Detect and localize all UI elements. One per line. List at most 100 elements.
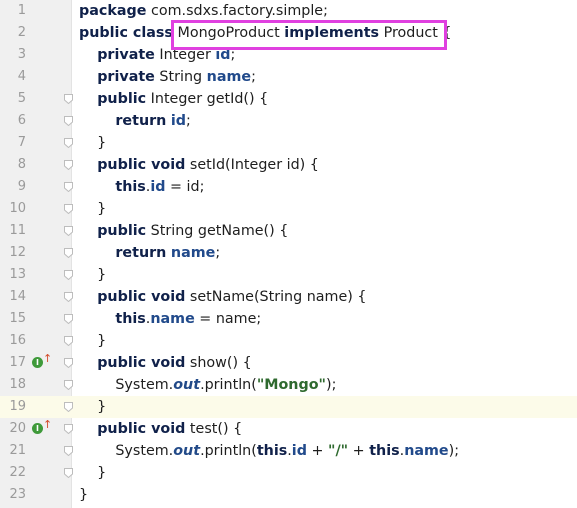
code-line[interactable]: 8 public void setId(Integer id) { bbox=[0, 154, 577, 176]
code-token: this bbox=[115, 311, 146, 327]
line-number[interactable]: 6 bbox=[0, 110, 26, 132]
fold-marker-icon[interactable] bbox=[64, 402, 73, 412]
fold-marker-icon[interactable] bbox=[64, 182, 73, 192]
line-number[interactable]: 14 bbox=[0, 286, 26, 308]
fold-marker-icon[interactable] bbox=[64, 336, 73, 346]
code-text[interactable]: public void setName(String name) { bbox=[79, 286, 366, 308]
line-number[interactable]: 7 bbox=[0, 132, 26, 154]
code-text[interactable]: public void show() { bbox=[79, 352, 251, 374]
code-line[interactable]: 21 System.out.println(this.id + "/" + th… bbox=[0, 440, 577, 462]
code-line[interactable]: 13 } bbox=[0, 264, 577, 286]
code-line[interactable]: 23} bbox=[0, 484, 577, 506]
line-number[interactable]: 4 bbox=[0, 66, 26, 88]
code-text[interactable]: } bbox=[79, 198, 106, 220]
fold-marker-icon[interactable] bbox=[64, 248, 73, 258]
fold-marker-icon[interactable] bbox=[64, 358, 73, 368]
code-line[interactable]: 15 this.name = name; bbox=[0, 308, 577, 330]
fold-marker-icon[interactable] bbox=[64, 292, 73, 302]
code-text[interactable]: return id; bbox=[79, 110, 191, 132]
line-number[interactable]: 10 bbox=[0, 198, 26, 220]
code-token: implements bbox=[284, 25, 380, 41]
implements-method-icon[interactable]: I bbox=[32, 423, 43, 434]
line-number[interactable]: 12 bbox=[0, 242, 26, 264]
code-text[interactable]: public class MongoProduct implements Pro… bbox=[79, 22, 452, 44]
line-number[interactable]: 23 bbox=[0, 484, 26, 506]
code-line[interactable]: 2 public class MongoProduct implements Pr… bbox=[0, 22, 577, 44]
code-text[interactable]: private String name; bbox=[79, 66, 256, 88]
line-number[interactable]: 5 bbox=[0, 88, 26, 110]
code-text[interactable]: public Integer getId() { bbox=[79, 88, 268, 110]
code-text[interactable]: } bbox=[79, 462, 106, 484]
line-number[interactable]: 2 bbox=[0, 22, 26, 44]
code-line[interactable]: 16 } bbox=[0, 330, 577, 352]
line-number[interactable]: 18 bbox=[0, 374, 26, 396]
code-text[interactable]: System.out.println("Mongo"); bbox=[79, 374, 336, 396]
fold-marker-icon[interactable] bbox=[64, 138, 73, 148]
line-number[interactable]: 11 bbox=[0, 220, 26, 242]
code-line[interactable]: 17 I ↑ public void show() { bbox=[0, 352, 577, 374]
code-line[interactable]: 19 } bbox=[0, 396, 577, 418]
line-number[interactable]: 3 bbox=[0, 44, 26, 66]
line-number[interactable]: 22 bbox=[0, 462, 26, 484]
code-text[interactable]: } bbox=[79, 484, 88, 506]
line-number[interactable]: 9 bbox=[0, 176, 26, 198]
code-line[interactable]: 22 } bbox=[0, 462, 577, 484]
implements-method-icon[interactable]: I bbox=[32, 357, 43, 368]
code-line[interactable]: 18 System.out.println("Mongo"); bbox=[0, 374, 577, 396]
code-editor[interactable]: 1 package com.sdxs.factory.simple; 2 public… bbox=[0, 0, 577, 508]
line-number[interactable]: 16 bbox=[0, 330, 26, 352]
line-number[interactable]: 19 bbox=[0, 396, 26, 418]
fold-marker-icon[interactable] bbox=[64, 446, 73, 456]
fold-marker-icon[interactable] bbox=[64, 204, 73, 214]
code-text[interactable]: this.name = name; bbox=[79, 308, 261, 330]
code-line[interactable]: 6 return id; bbox=[0, 110, 577, 132]
code-token: Integer bbox=[154, 47, 216, 63]
code-text[interactable]: public String getName() { bbox=[79, 220, 288, 242]
line-number[interactable]: 1 bbox=[0, 0, 26, 22]
code-line[interactable]: 1 package com.sdxs.factory.simple; bbox=[0, 0, 577, 22]
line-number[interactable]: 8 bbox=[0, 154, 26, 176]
code-text[interactable]: private Integer id; bbox=[79, 44, 235, 66]
code-text[interactable]: public void test() { bbox=[79, 418, 242, 440]
line-number[interactable]: 17 bbox=[0, 352, 26, 374]
code-line[interactable]: 3 private Integer id; bbox=[0, 44, 577, 66]
line-number[interactable]: 21 bbox=[0, 440, 26, 462]
code-line[interactable]: 12 return name; bbox=[0, 242, 577, 264]
code-token: } bbox=[79, 487, 89, 503]
code-text[interactable]: public void setId(Integer id) { bbox=[79, 154, 319, 176]
code-lines[interactable]: 1 package com.sdxs.factory.simple; 2 public… bbox=[0, 0, 577, 506]
fold-marker-icon[interactable] bbox=[64, 468, 73, 478]
code-text[interactable]: } bbox=[79, 264, 106, 286]
code-line[interactable]: 20 I ↑ public void test() { bbox=[0, 418, 577, 440]
fold-marker-icon[interactable] bbox=[64, 314, 73, 324]
fold-marker-icon[interactable] bbox=[64, 380, 73, 390]
code-line[interactable]: 7 } bbox=[0, 132, 577, 154]
code-line[interactable]: 14 public void setName(String name) { bbox=[0, 286, 577, 308]
code-line[interactable]: 10 } bbox=[0, 198, 577, 220]
navigate-up-arrow-icon[interactable]: ↑ bbox=[43, 419, 52, 431]
code-line[interactable]: 11 public String getName() { bbox=[0, 220, 577, 242]
fold-marker-icon[interactable] bbox=[64, 116, 73, 126]
line-number[interactable]: 13 bbox=[0, 264, 26, 286]
fold-marker-icon[interactable] bbox=[64, 270, 73, 280]
code-text[interactable]: this.id = id; bbox=[79, 176, 204, 198]
navigate-up-arrow-icon[interactable]: ↑ bbox=[43, 353, 52, 365]
line-number[interactable]: 15 bbox=[0, 308, 26, 330]
code-text[interactable]: } bbox=[79, 132, 106, 154]
code-token: ); bbox=[448, 443, 460, 459]
code-text[interactable]: return name; bbox=[79, 242, 220, 264]
fold-marker-icon[interactable] bbox=[64, 94, 73, 104]
code-text[interactable]: } bbox=[79, 330, 106, 352]
code-text[interactable]: } bbox=[79, 396, 106, 418]
code-line[interactable]: 5 public Integer getId() { bbox=[0, 88, 577, 110]
code-token: id bbox=[150, 179, 166, 195]
fold-marker-icon[interactable] bbox=[64, 160, 73, 170]
code-text[interactable]: System.out.println(this.id + "/" + this.… bbox=[79, 440, 459, 462]
fold-marker-icon[interactable] bbox=[64, 424, 73, 434]
code-line[interactable]: 4 private String name; bbox=[0, 66, 577, 88]
code-token: public class bbox=[79, 25, 173, 41]
code-text[interactable]: package com.sdxs.factory.simple; bbox=[79, 0, 328, 22]
line-number[interactable]: 20 bbox=[0, 418, 26, 440]
code-line[interactable]: 9 this.id = id; bbox=[0, 176, 577, 198]
fold-marker-icon[interactable] bbox=[64, 226, 73, 236]
